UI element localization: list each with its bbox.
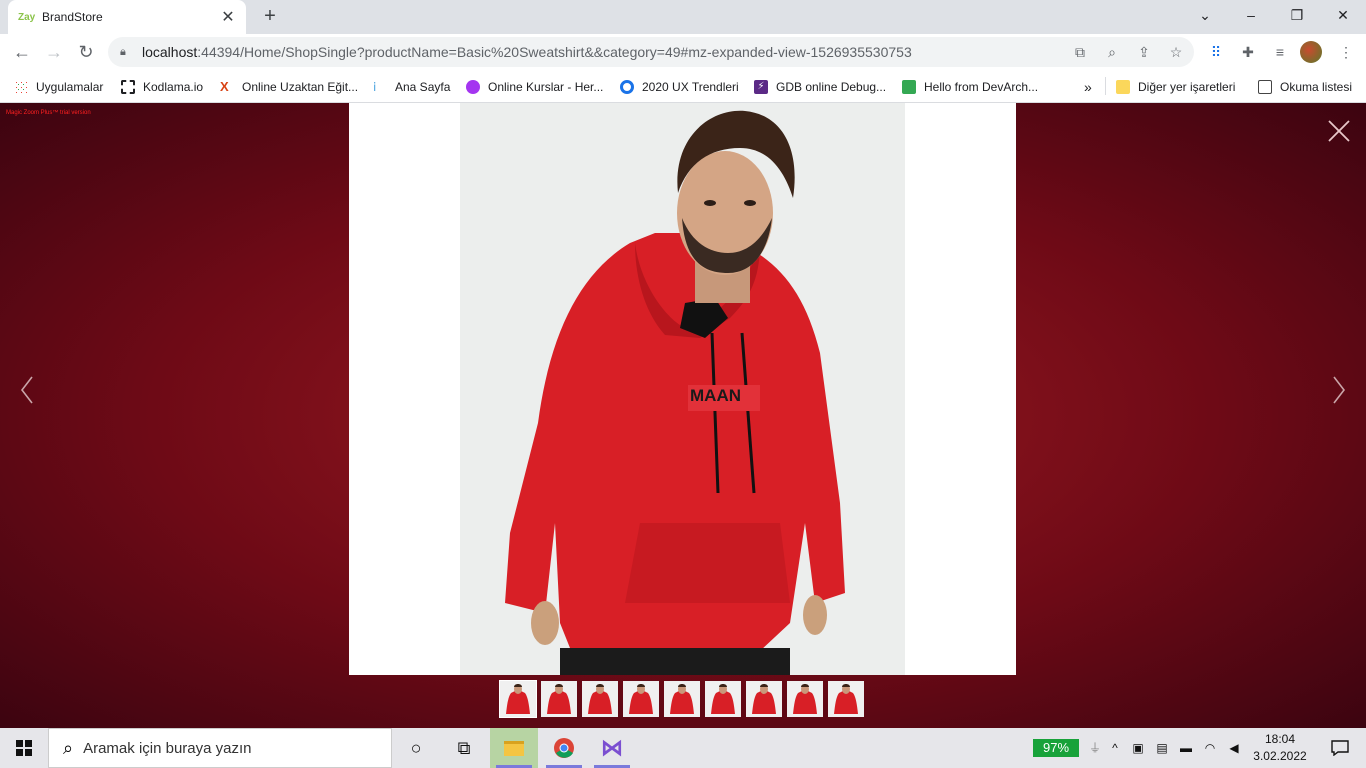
- security-icon[interactable]: ▤: [1154, 740, 1170, 756]
- tab-strip: Zay BrandStore ✕ + ⌄ – ❐ ✕: [0, 0, 1366, 34]
- svg-text:MAAN: MAAN: [690, 386, 741, 405]
- battery-icon[interactable]: ▬: [1178, 740, 1194, 756]
- task-view-icon[interactable]: ⧉: [440, 728, 488, 768]
- bookmark-star-icon[interactable]: ☆: [1166, 42, 1186, 62]
- bookmarks-divider: [1105, 77, 1106, 95]
- bookmark-kodlama[interactable]: Kodlama.io: [121, 77, 203, 97]
- bookmark-online-kurslar[interactable]: Online Kurslar - Her...: [466, 77, 603, 97]
- browser-tab[interactable]: Zay BrandStore ✕: [8, 0, 246, 34]
- product-image-stage[interactable]: MAAN: [349, 103, 1016, 675]
- product-photo[interactable]: MAAN: [460, 103, 905, 675]
- sweatshirt-model-image: MAAN: [460, 103, 905, 675]
- camera-icon[interactable]: ▣: [1130, 740, 1146, 756]
- thumbnail[interactable]: [705, 681, 741, 717]
- bookmarks-bar: Uygulamalar Kodlama.io X Online Uzaktan E…: [0, 70, 1366, 103]
- folder-icon: [1116, 80, 1130, 94]
- restore-button[interactable]: ❐: [1274, 0, 1320, 30]
- browser-toolbar: ← → ↻ 🔒︎ localhost:44394/Home/ShopSingle…: [0, 34, 1366, 70]
- profile-avatar[interactable]: [1300, 41, 1322, 63]
- thumbnail-strip: [499, 680, 864, 718]
- reading-list-icon: [1258, 80, 1272, 94]
- thumbnail[interactable]: [746, 681, 782, 717]
- bookmark-ana-sayfa[interactable]: ⅰ Ana Sayfa: [373, 77, 450, 97]
- bookmark-ux-trendleri[interactable]: 2020 UX Trendleri: [620, 77, 739, 97]
- thumbnail[interactable]: [582, 681, 618, 717]
- minimize-button[interactable]: –: [1228, 0, 1274, 30]
- battery-percentage[interactable]: 97%: [1033, 739, 1079, 757]
- site-favicon: Zay: [18, 11, 36, 23]
- thumbnail[interactable]: [787, 681, 823, 717]
- reading-list[interactable]: Okuma listesi: [1258, 77, 1352, 97]
- translate-icon[interactable]: ⧉: [1070, 42, 1090, 62]
- start-button[interactable]: [0, 728, 48, 768]
- tab-title: BrandStore: [42, 10, 103, 24]
- volume-icon[interactable]: ◀︎: [1226, 740, 1242, 756]
- thumbnail[interactable]: [541, 681, 577, 717]
- x-logo-icon: X: [220, 79, 229, 94]
- apps-grid-icon: [14, 80, 28, 94]
- bolt-icon: ⚡︎: [754, 80, 768, 94]
- cortana-icon[interactable]: ○: [392, 728, 440, 768]
- search-icon: ⌕: [63, 737, 74, 758]
- taskbar-clock[interactable]: 18:04 3.02.2022: [1250, 731, 1310, 765]
- notification-center-icon[interactable]: [1320, 728, 1360, 768]
- share-icon[interactable]: ⇪: [1134, 42, 1154, 62]
- zoom-lightbox: Magic Zoom Plus™ trial version MAAN: [0, 103, 1366, 728]
- thumbnail[interactable]: [828, 681, 864, 717]
- lock-icon[interactable]: 🔒︎: [120, 46, 136, 59]
- address-bar[interactable]: 🔒︎ localhost:44394/Home/ShopSingle?produ…: [108, 37, 1194, 67]
- bookmark-online-uzaktan[interactable]: X Online Uzaktan Eğit...: [220, 77, 358, 97]
- thumbnail[interactable]: [623, 681, 659, 717]
- circle-logo-icon: [620, 80, 634, 94]
- thumbnail[interactable]: [664, 681, 700, 717]
- zoom-icon[interactable]: ⌕: [1102, 42, 1122, 62]
- forward-button[interactable]: →: [40, 38, 68, 66]
- close-icon[interactable]: [1326, 118, 1352, 144]
- bookmark-devarch[interactable]: Hello from DevArch...: [902, 77, 1038, 97]
- close-tab-icon[interactable]: ✕: [220, 7, 236, 27]
- devarch-icon: [902, 80, 916, 94]
- visual-studio-icon[interactable]: ⋈: [588, 728, 636, 768]
- new-tab-button[interactable]: +: [258, 4, 282, 28]
- udemy-icon: [466, 80, 480, 94]
- clock-time: 18:04: [1264, 732, 1296, 746]
- back-button[interactable]: ←: [8, 38, 36, 66]
- media-control-icon[interactable]: ≡: [1270, 42, 1290, 62]
- tab-search-icon[interactable]: ⌄: [1182, 0, 1228, 30]
- file-explorer-icon[interactable]: [490, 728, 538, 768]
- other-bookmarks[interactable]: Diğer yer işaretleri: [1116, 77, 1235, 97]
- show-hidden-icons[interactable]: ^: [1107, 740, 1123, 756]
- extension-grid-icon[interactable]: ⠿: [1206, 42, 1226, 62]
- taskbar-search[interactable]: ⌕ Aramak için buraya yazın: [48, 728, 392, 768]
- url-text[interactable]: localhost:44394/Home/ShopSingle?productN…: [142, 44, 912, 60]
- chrome-icon[interactable]: [540, 728, 588, 768]
- clock-date: 3.02.2022: [1253, 749, 1307, 763]
- search-placeholder: Aramak için buraya yazın: [83, 739, 252, 757]
- bookmark-gdb-online[interactable]: ⚡︎ GDB online Debug...: [754, 77, 886, 97]
- wifi-icon[interactable]: ◠: [1202, 740, 1218, 756]
- windows-logo-icon: [16, 740, 32, 756]
- windows-taskbar: ⌕ Aramak için buraya yazın ○ ⧉ ⋈ 97% ⏚ ^…: [0, 728, 1366, 768]
- trial-watermark: Magic Zoom Plus™ trial version: [6, 110, 91, 116]
- bookmark-apps[interactable]: Uygulamalar: [14, 77, 103, 97]
- power-plug-icon[interactable]: ⏚: [1087, 740, 1103, 756]
- reload-button[interactable]: ↻: [72, 38, 100, 66]
- pin-icon: ⅰ: [373, 80, 377, 94]
- extensions-puzzle-icon[interactable]: ✚: [1238, 42, 1258, 62]
- chevron-right-icon[interactable]: [1331, 375, 1347, 405]
- menu-icon[interactable]: ⋮: [1336, 42, 1356, 62]
- close-window-button[interactable]: ✕: [1320, 0, 1366, 30]
- kodlama-icon: [121, 80, 135, 94]
- bookmarks-overflow-button[interactable]: »: [1084, 77, 1092, 97]
- thumbnail[interactable]: [499, 680, 537, 718]
- chevron-left-icon[interactable]: [19, 375, 35, 405]
